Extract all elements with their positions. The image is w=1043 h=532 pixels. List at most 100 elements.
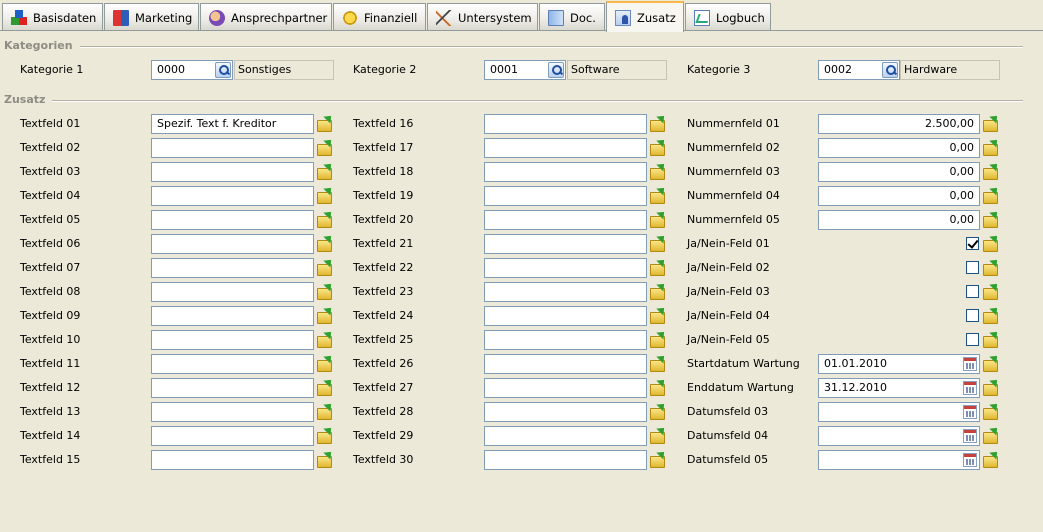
open-folder-icon[interactable]	[649, 427, 667, 444]
textfeld-input[interactable]	[151, 402, 314, 422]
open-folder-icon[interactable]	[982, 427, 1000, 444]
open-folder-icon[interactable]	[316, 163, 334, 180]
tab-doc[interactable]: Doc.	[539, 3, 605, 31]
textfeld-input[interactable]	[484, 138, 647, 158]
open-folder-icon[interactable]	[649, 163, 667, 180]
textfeld-input[interactable]: Spezif. Text f. Kreditor	[151, 114, 314, 134]
ja-nein-checkbox[interactable]	[966, 309, 979, 322]
open-folder-icon[interactable]	[649, 139, 667, 156]
textfeld-input[interactable]	[151, 258, 314, 278]
tab-ansprechpartner[interactable]: Ansprechpartner	[200, 3, 332, 31]
open-folder-icon[interactable]	[316, 115, 334, 132]
open-folder-icon[interactable]	[316, 403, 334, 420]
nummernfeld-input[interactable]: 0,00	[818, 138, 980, 158]
textfeld-input[interactable]	[151, 138, 314, 158]
open-folder-icon[interactable]	[649, 187, 667, 204]
tab-untersystem[interactable]: Untersystem	[427, 3, 538, 31]
open-folder-icon[interactable]	[316, 187, 334, 204]
open-folder-icon[interactable]	[316, 139, 334, 156]
textfeld-input[interactable]	[484, 354, 647, 374]
calendar-icon[interactable]	[963, 357, 977, 371]
lookup-search-icon[interactable]	[548, 62, 564, 78]
open-folder-icon[interactable]	[649, 115, 667, 132]
open-folder-icon[interactable]	[649, 331, 667, 348]
textfeld-input[interactable]	[151, 426, 314, 446]
open-folder-icon[interactable]	[316, 331, 334, 348]
nummernfeld-input[interactable]: 0,00	[818, 186, 980, 206]
open-folder-icon[interactable]	[649, 283, 667, 300]
open-folder-icon[interactable]	[649, 259, 667, 276]
nummernfeld-input[interactable]: 0,00	[818, 210, 980, 230]
calendar-icon[interactable]	[963, 381, 977, 395]
datum-input[interactable]	[818, 450, 980, 470]
open-folder-icon[interactable]	[649, 451, 667, 468]
open-folder-icon[interactable]	[982, 115, 1000, 132]
textfeld-input[interactable]	[151, 210, 314, 230]
datum-input[interactable]: 01.01.2010	[818, 354, 980, 374]
textfeld-input[interactable]	[151, 354, 314, 374]
open-folder-icon[interactable]	[982, 163, 1000, 180]
datum-input[interactable]	[818, 426, 980, 446]
textfeld-input[interactable]	[151, 306, 314, 326]
open-folder-icon[interactable]	[982, 403, 1000, 420]
tab-finanziell[interactable]: Finanziell	[333, 3, 426, 31]
calendar-icon[interactable]	[963, 429, 977, 443]
open-folder-icon[interactable]	[982, 187, 1000, 204]
textfeld-input[interactable]	[484, 426, 647, 446]
open-folder-icon[interactable]	[649, 403, 667, 420]
open-folder-icon[interactable]	[316, 235, 334, 252]
kategorie-code-input[interactable]: 0000	[151, 60, 233, 80]
open-folder-icon[interactable]	[982, 283, 1000, 300]
open-folder-icon[interactable]	[982, 259, 1000, 276]
open-folder-icon[interactable]	[982, 379, 1000, 396]
textfeld-input[interactable]	[151, 186, 314, 206]
open-folder-icon[interactable]	[982, 355, 1000, 372]
open-folder-icon[interactable]	[649, 307, 667, 324]
textfeld-input[interactable]	[484, 210, 647, 230]
open-folder-icon[interactable]	[982, 307, 1000, 324]
open-folder-icon[interactable]	[316, 307, 334, 324]
textfeld-input[interactable]	[484, 234, 647, 254]
ja-nein-checkbox[interactable]	[966, 285, 979, 298]
ja-nein-checkbox[interactable]	[966, 333, 979, 346]
datum-input[interactable]	[818, 402, 980, 422]
lookup-search-icon[interactable]	[882, 62, 898, 78]
textfeld-input[interactable]	[151, 378, 314, 398]
open-folder-icon[interactable]	[316, 427, 334, 444]
open-folder-icon[interactable]	[316, 259, 334, 276]
textfeld-input[interactable]	[151, 450, 314, 470]
datum-input[interactable]: 31.12.2010	[818, 378, 980, 398]
calendar-icon[interactable]	[963, 405, 977, 419]
open-folder-icon[interactable]	[982, 451, 1000, 468]
ja-nein-checkbox[interactable]	[966, 237, 979, 250]
textfeld-input[interactable]	[484, 378, 647, 398]
textfeld-input[interactable]	[151, 282, 314, 302]
lookup-search-icon[interactable]	[215, 62, 231, 78]
textfeld-input[interactable]	[151, 330, 314, 350]
ja-nein-checkbox[interactable]	[966, 261, 979, 274]
open-folder-icon[interactable]	[649, 211, 667, 228]
tab-marketing[interactable]: Marketing	[104, 3, 199, 31]
open-folder-icon[interactable]	[316, 283, 334, 300]
textfeld-input[interactable]	[484, 450, 647, 470]
textfeld-input[interactable]	[484, 162, 647, 182]
tab-zusatz[interactable]: Zusatz	[606, 1, 684, 32]
textfeld-input[interactable]	[484, 330, 647, 350]
kategorie-code-input[interactable]: 0001	[484, 60, 566, 80]
open-folder-icon[interactable]	[316, 211, 334, 228]
nummernfeld-input[interactable]: 2.500,00	[818, 114, 980, 134]
open-folder-icon[interactable]	[649, 379, 667, 396]
open-folder-icon[interactable]	[316, 355, 334, 372]
open-folder-icon[interactable]	[982, 235, 1000, 252]
kategorie-code-input[interactable]: 0002	[818, 60, 900, 80]
textfeld-input[interactable]	[151, 234, 314, 254]
textfeld-input[interactable]	[484, 402, 647, 422]
textfeld-input[interactable]	[484, 114, 647, 134]
textfeld-input[interactable]	[151, 162, 314, 182]
open-folder-icon[interactable]	[649, 235, 667, 252]
open-folder-icon[interactable]	[982, 331, 1000, 348]
textfeld-input[interactable]	[484, 282, 647, 302]
textfeld-input[interactable]	[484, 258, 647, 278]
tab-logbuch[interactable]: Logbuch	[685, 3, 771, 31]
open-folder-icon[interactable]	[316, 451, 334, 468]
